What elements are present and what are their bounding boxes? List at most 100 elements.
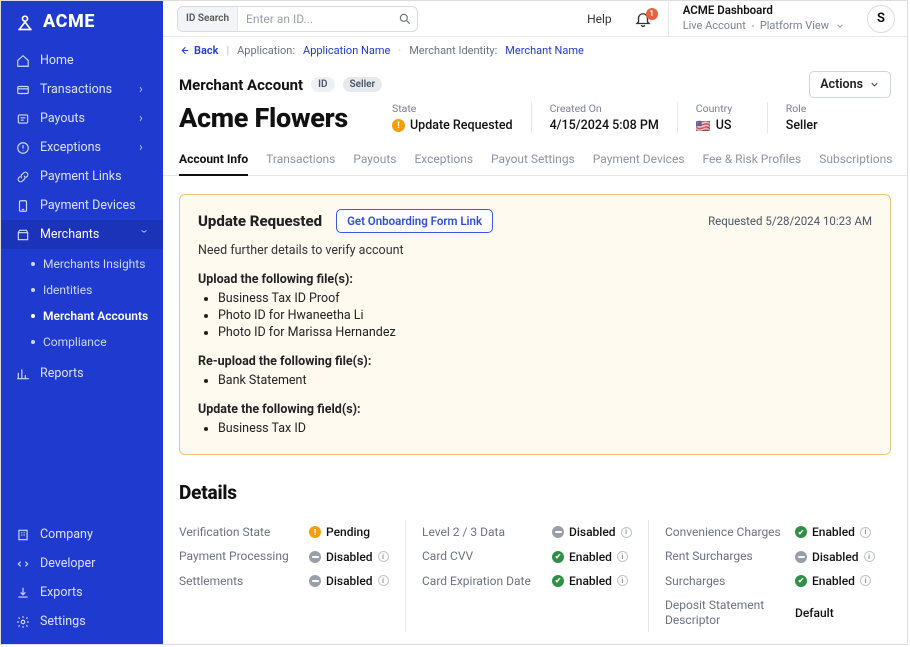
sidebar-item-home[interactable]: Home xyxy=(1,46,163,75)
sidebar-item-payouts[interactable]: Payouts › xyxy=(1,104,163,133)
sidebar-item-label: Transactions xyxy=(40,82,129,97)
info-icon[interactable] xyxy=(378,551,389,562)
sidebar-item-label: Payment Devices xyxy=(40,198,149,213)
fact-key: Created On xyxy=(550,102,659,115)
tab-subscriptions[interactable]: Subscriptions xyxy=(819,144,892,175)
context-view: Platform View xyxy=(760,19,829,34)
detail-value: Disabled xyxy=(812,550,859,564)
back-link[interactable]: Back xyxy=(179,44,218,57)
status-disabled-icon xyxy=(552,526,564,538)
notification-badge: 1 xyxy=(646,8,658,20)
get-onboarding-link-button[interactable]: Get Onboarding Form Link xyxy=(336,209,493,233)
detail-value: Disabled xyxy=(326,574,373,588)
back-label: Back xyxy=(194,44,218,57)
detail-settlements: Settlements Disabled xyxy=(179,569,389,593)
id-search[interactable]: ID Search xyxy=(177,6,418,32)
info-icon[interactable] xyxy=(864,551,875,562)
sidebar-sub-label: Compliance xyxy=(43,335,107,349)
sidebar-merchants-subnav: Merchants Insights Identities Merchant A… xyxy=(1,249,163,359)
brand-logo[interactable]: ACME xyxy=(1,1,163,42)
sidebar-sub-merchants-insights[interactable]: Merchants Insights xyxy=(1,251,163,277)
sidebar-item-developer[interactable]: Developer xyxy=(1,549,163,578)
status-enabled-icon xyxy=(552,551,564,563)
detail-rent-surcharges: Rent Surcharges Disabled xyxy=(665,544,875,568)
content: Back | Application: Application Name · M… xyxy=(163,37,907,644)
sidebar-item-transactions[interactable]: Transactions › xyxy=(1,75,163,104)
brand-mark-icon xyxy=(15,12,35,32)
tabs: Account Info Transactions Payouts Except… xyxy=(163,144,907,176)
id-pill[interactable]: ID xyxy=(311,77,334,92)
detail-value: Enabled xyxy=(569,574,612,588)
avatar[interactable]: S xyxy=(867,5,895,33)
status-enabled-icon xyxy=(795,575,807,587)
search-icon[interactable] xyxy=(393,12,417,26)
sidebar-item-merchants[interactable]: Merchants › xyxy=(1,220,163,249)
sidebar-nav: Home Transactions › Payouts › Exceptions… xyxy=(1,42,163,388)
breadcrumb-app-label: Application: xyxy=(237,44,295,57)
search-input[interactable] xyxy=(238,7,393,31)
notice-reupload-heading: Re-upload the following file(s) xyxy=(198,354,368,369)
tab-payment-devices[interactable]: Payment Devices xyxy=(593,144,685,175)
context-title: ACME Dashboard xyxy=(683,3,845,19)
details-col-1: Verification State Pending Payment Proce… xyxy=(179,520,405,632)
detail-key: Surcharges xyxy=(665,574,785,588)
merchant-name: Acme Flowers xyxy=(179,102,348,134)
sidebar-item-company[interactable]: Company xyxy=(1,520,163,549)
sidebar: ACME Home Transactions › Payouts › Excep… xyxy=(1,1,163,644)
breadcrumb-mi-label: Merchant Identity: xyxy=(409,44,497,57)
fact-value: 4/15/2024 5:08 PM xyxy=(550,118,659,133)
tab-exceptions[interactable]: Exceptions xyxy=(414,144,473,175)
actions-button[interactable]: Actions xyxy=(809,71,891,98)
merchant-header-facts: Acme Flowers State !Update Requested Cre… xyxy=(163,98,907,144)
merchants-icon xyxy=(15,227,30,242)
section-title: Merchant Account xyxy=(179,76,303,94)
info-icon[interactable] xyxy=(378,575,389,586)
arrow-left-icon xyxy=(179,45,190,56)
search-tag: ID Search xyxy=(178,7,238,31)
exports-icon xyxy=(15,585,30,600)
breadcrumb-mi-link[interactable]: Merchant Name xyxy=(505,44,584,57)
sidebar-bottom-nav: Company Developer Exports Settings xyxy=(1,516,163,644)
sidebar-sub-merchant-accounts[interactable]: Merchant Accounts xyxy=(1,303,163,329)
sidebar-item-label: Settings xyxy=(40,614,149,629)
tab-account-info[interactable]: Account Info xyxy=(179,144,248,176)
detail-value: Enabled xyxy=(812,574,855,588)
sidebar-item-reports[interactable]: Reports xyxy=(1,359,163,388)
info-icon[interactable] xyxy=(860,575,871,586)
status-disabled-icon xyxy=(309,551,321,563)
detail-value: Default xyxy=(795,606,834,620)
sidebar-item-payment-links[interactable]: Payment Links xyxy=(1,162,163,191)
notice-upload-heading: Upload the following file(s) xyxy=(198,272,349,287)
tab-fee-risk[interactable]: Fee & Risk Profiles xyxy=(703,144,802,175)
fact-value: US xyxy=(716,118,732,133)
info-icon[interactable] xyxy=(617,551,628,562)
breadcrumb: Back | Application: Application Name · M… xyxy=(163,37,907,57)
sidebar-item-exports[interactable]: Exports xyxy=(1,578,163,607)
detail-value: Disabled xyxy=(326,550,373,564)
tab-payouts[interactable]: Payouts xyxy=(353,144,396,175)
sidebar-item-exceptions[interactable]: Exceptions › xyxy=(1,133,163,162)
devices-icon xyxy=(15,198,30,213)
detail-key: Convenience Charges xyxy=(665,525,785,539)
breadcrumb-app-link[interactable]: Application Name xyxy=(303,44,390,57)
info-icon[interactable] xyxy=(621,527,632,538)
processor-heading: Processor Details xyxy=(163,632,907,644)
warning-icon: ! xyxy=(392,119,405,132)
sidebar-sub-compliance[interactable]: Compliance xyxy=(1,329,163,355)
home-icon xyxy=(15,53,30,68)
help-link[interactable]: Help xyxy=(575,12,624,26)
sidebar-sub-identities[interactable]: Identities xyxy=(1,277,163,303)
sidebar-item-label: Company xyxy=(40,527,149,542)
tab-payout-settings[interactable]: Payout Settings xyxy=(491,144,575,175)
notice-upload-list: Business Tax ID Proof Photo ID for Hwane… xyxy=(198,291,872,340)
notifications-button[interactable]: 1 xyxy=(624,10,662,28)
sidebar-item-payment-devices[interactable]: Payment Devices xyxy=(1,191,163,220)
info-icon[interactable] xyxy=(617,575,628,586)
sidebar-item-settings[interactable]: Settings xyxy=(1,607,163,636)
context-switcher[interactable]: ACME Dashboard Live Account Platform Vie… xyxy=(668,0,859,36)
tab-transactions[interactable]: Transactions xyxy=(266,144,335,175)
list-item: Business Tax ID Proof xyxy=(218,291,872,306)
link-icon xyxy=(15,169,30,184)
detail-value: Enabled xyxy=(812,525,855,539)
info-icon[interactable] xyxy=(860,527,871,538)
